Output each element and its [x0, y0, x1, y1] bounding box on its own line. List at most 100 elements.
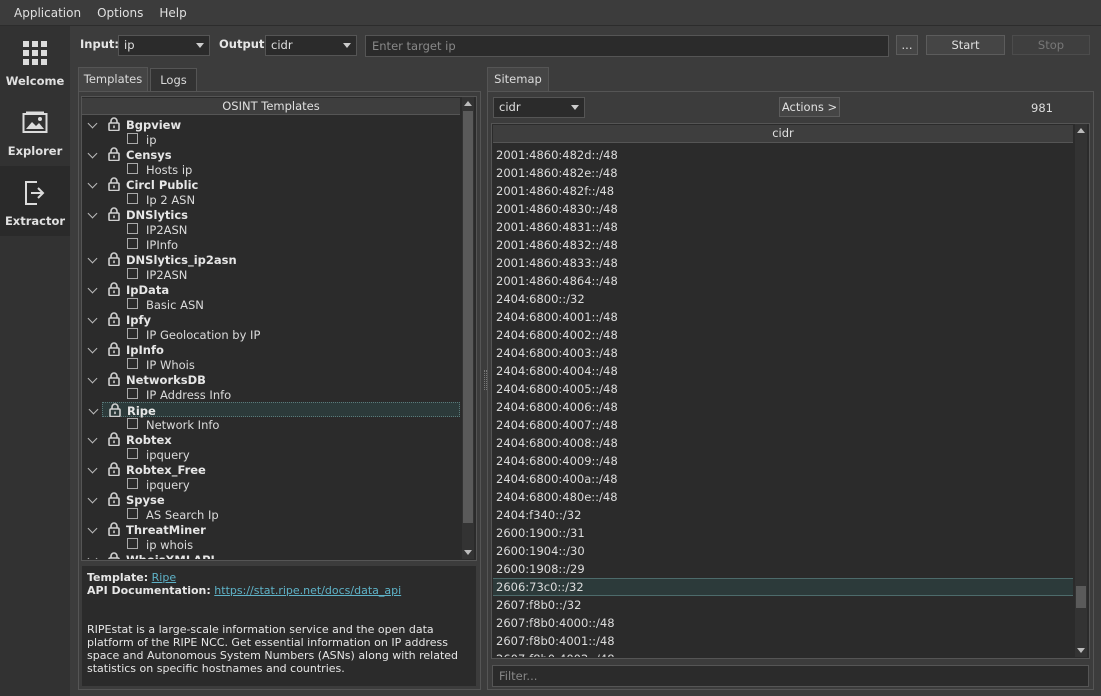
- template-item[interactable]: Basic ASN: [82, 297, 460, 312]
- scroll-up-icon[interactable]: [1077, 128, 1085, 133]
- table-row[interactable]: 2600:1908::/29: [493, 560, 1073, 578]
- filter-input[interactable]: Filter...: [492, 665, 1089, 687]
- template-dnslytics-ip2asn[interactable]: DNSlytics_ip2asn: [82, 252, 460, 267]
- api-doc-link[interactable]: https://stat.ripe.net/docs/data_api: [214, 584, 401, 597]
- tree-scroll-thumb[interactable]: [463, 111, 473, 523]
- chevron-down-icon[interactable]: [87, 253, 98, 264]
- scroll-down-icon[interactable]: [464, 550, 472, 555]
- table-row[interactable]: 2404:6800:4007::/48: [493, 416, 1073, 434]
- template-item[interactable]: IP2ASN: [82, 222, 460, 237]
- table-row[interactable]: 2404:6800::/32: [493, 290, 1073, 308]
- template-robtex[interactable]: Robtex: [82, 432, 460, 447]
- template-item[interactable]: Hosts ip: [82, 162, 460, 177]
- output-type-select[interactable]: cidr: [265, 35, 357, 56]
- template-checkbox[interactable]: [127, 358, 138, 369]
- template-ipfy[interactable]: Ipfy: [82, 312, 460, 327]
- chevron-down-icon[interactable]: [87, 118, 98, 129]
- chevron-down-icon[interactable]: [87, 523, 98, 534]
- table-row[interactable]: 2404:f340::/32: [493, 506, 1073, 524]
- template-item[interactable]: IP Whois: [82, 357, 460, 372]
- template-threatminer[interactable]: ThreatMiner: [82, 522, 460, 537]
- template-item[interactable]: ipquery: [82, 447, 460, 462]
- template-ripe[interactable]: Ripe: [88, 402, 460, 418]
- table-row[interactable]: 2404:6800:4002::/48: [493, 326, 1073, 344]
- template-spyse[interactable]: Spyse: [82, 492, 460, 507]
- template-censys[interactable]: Censys: [82, 147, 460, 162]
- template-checkbox[interactable]: [127, 328, 138, 339]
- chevron-down-icon[interactable]: [87, 313, 98, 324]
- tab-sitemap[interactable]: Sitemap: [487, 67, 549, 91]
- template-item[interactable]: AS Search Ip: [82, 507, 460, 522]
- table-row[interactable]: 2404:6800:4004::/48: [493, 362, 1073, 380]
- template-circl-public[interactable]: Circl Public: [82, 177, 460, 192]
- template-item[interactable]: ip whois: [82, 537, 460, 552]
- table-row[interactable]: 2001:4860:482e::/48: [493, 164, 1073, 182]
- chevron-down-icon[interactable]: [87, 283, 98, 294]
- sitemap-column-header[interactable]: cidr: [493, 125, 1073, 143]
- sitemap-type-select[interactable]: cidr: [493, 97, 585, 118]
- chevron-down-icon[interactable]: [88, 404, 99, 415]
- table-row[interactable]: 2001:4860:482f::/48: [493, 182, 1073, 200]
- tree-scrollbar[interactable]: [462, 97, 474, 559]
- sitemap-scroll-thumb[interactable]: [1076, 586, 1086, 608]
- template-checkbox[interactable]: [127, 418, 138, 429]
- template-checkbox[interactable]: [127, 448, 138, 459]
- tab-templates[interactable]: Templates: [78, 67, 148, 91]
- template-checkbox[interactable]: [127, 388, 138, 399]
- table-row[interactable]: 2607:f8b0:4000::/48: [493, 614, 1073, 632]
- actions-button[interactable]: Actions >: [779, 97, 840, 117]
- chevron-down-icon[interactable]: [87, 433, 98, 444]
- template-checkbox[interactable]: [127, 238, 138, 249]
- target-input[interactable]: Enter target ip: [365, 35, 889, 57]
- table-row[interactable]: 2404:6800:480e::/48: [493, 488, 1073, 506]
- table-row[interactable]: 2404:6800:400a::/48: [493, 470, 1073, 488]
- table-row[interactable]: 2404:6800:4001::/48: [493, 308, 1073, 326]
- template-item[interactable]: ipquery: [82, 477, 460, 492]
- chevron-down-icon[interactable]: [87, 148, 98, 159]
- template-checkbox[interactable]: [127, 163, 138, 174]
- table-row[interactable]: 2404:6800:4008::/48: [493, 434, 1073, 452]
- table-row[interactable]: 2600:1904::/30: [493, 542, 1073, 560]
- template-robtex-free[interactable]: Robtex_Free: [82, 462, 460, 477]
- template-checkbox[interactable]: [127, 223, 138, 234]
- template-checkbox[interactable]: [127, 508, 138, 519]
- chevron-down-icon[interactable]: [87, 553, 98, 559]
- template-item[interactable]: Ip 2 ASN: [82, 192, 460, 207]
- table-row[interactable]: 2606:73c0::/32: [493, 578, 1073, 596]
- template-item[interactable]: IP Geolocation by IP: [82, 327, 460, 342]
- table-row[interactable]: 2404:6800:4005::/48: [493, 380, 1073, 398]
- template-link[interactable]: Ripe: [152, 571, 176, 584]
- stop-button[interactable]: Stop: [1012, 35, 1090, 55]
- input-type-select[interactable]: ip: [118, 35, 210, 56]
- template-dnslytics[interactable]: DNSlytics: [82, 207, 460, 222]
- template-checkbox[interactable]: [127, 298, 138, 309]
- template-checkbox[interactable]: [127, 538, 138, 549]
- table-row[interactable]: 2404:6800:4006::/48: [493, 398, 1073, 416]
- scroll-down-icon[interactable]: [1077, 648, 1085, 653]
- chevron-down-icon[interactable]: [87, 178, 98, 189]
- table-row[interactable]: 2404:6800:4009::/48: [493, 452, 1073, 470]
- template-item[interactable]: IP2ASN: [82, 267, 460, 282]
- table-row[interactable]: 2607:f8b0:4001::/48: [493, 632, 1073, 650]
- template-ipinfo[interactable]: IpInfo: [82, 342, 460, 357]
- template-checkbox[interactable]: [127, 268, 138, 279]
- menu-help[interactable]: Help: [151, 6, 194, 20]
- sidebar-item-extractor[interactable]: Extractor: [0, 166, 70, 236]
- browse-button[interactable]: ...: [896, 35, 918, 55]
- table-row[interactable]: 2001:4860:4833::/48: [493, 254, 1073, 272]
- sidebar-item-explorer[interactable]: Explorer: [0, 96, 70, 166]
- sidebar-item-welcome[interactable]: Welcome: [0, 26, 70, 96]
- table-row[interactable]: 2607:f8b0:4002::/48: [493, 650, 1073, 657]
- chevron-down-icon[interactable]: [87, 373, 98, 384]
- table-row[interactable]: 2001:4860:4831::/48: [493, 218, 1073, 236]
- chevron-down-icon[interactable]: [87, 343, 98, 354]
- table-row[interactable]: 2001:4860:4830::/48: [493, 200, 1073, 218]
- table-row[interactable]: 2001:4860:482d::/48: [493, 146, 1073, 164]
- template-checkbox[interactable]: [127, 133, 138, 144]
- chevron-down-icon[interactable]: [87, 463, 98, 474]
- template-item[interactable]: Network Info: [82, 417, 460, 432]
- start-button[interactable]: Start: [926, 35, 1005, 55]
- chevron-down-icon[interactable]: [87, 208, 98, 219]
- table-row[interactable]: 2001:4860:4832::/48: [493, 236, 1073, 254]
- template-bgpview[interactable]: Bgpview: [82, 117, 460, 132]
